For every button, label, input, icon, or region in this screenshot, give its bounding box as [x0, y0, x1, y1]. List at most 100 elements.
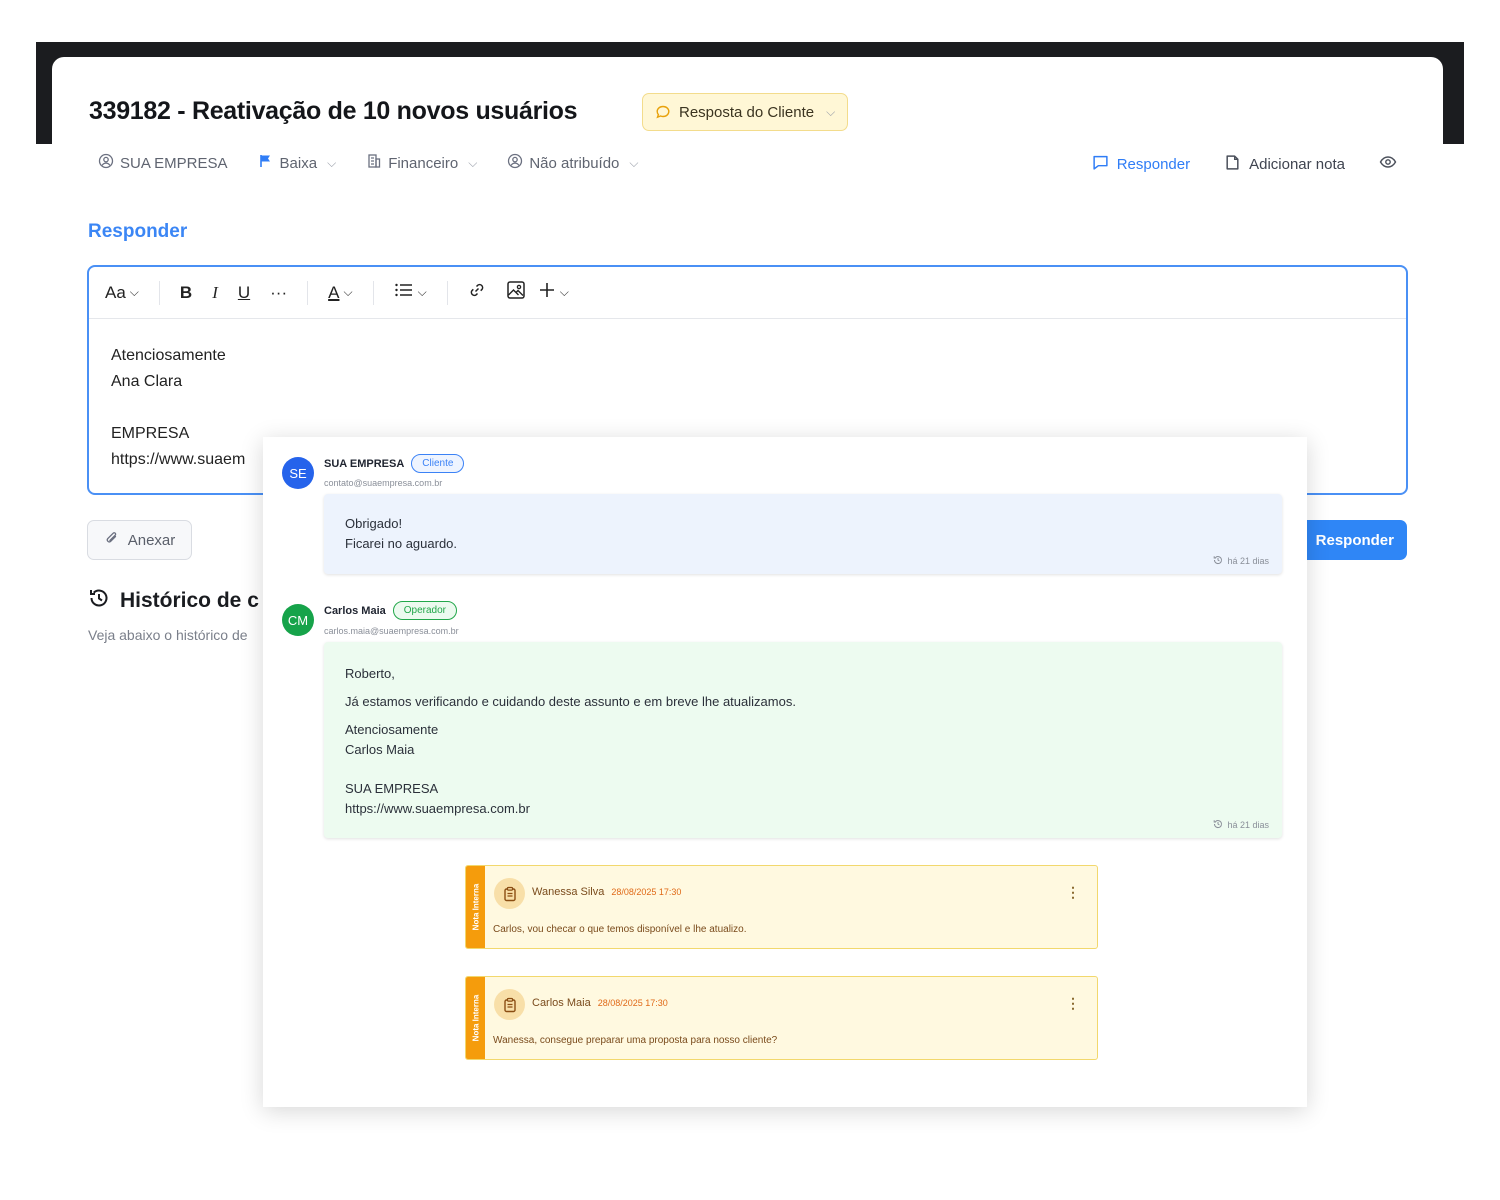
link-icon: [468, 281, 486, 304]
sender-name: Carlos Maia: [324, 604, 386, 617]
message-icon: [1092, 154, 1109, 175]
kebab-menu-icon[interactable]: ⋮: [1066, 884, 1080, 901]
chevron-down-icon: ⌵: [826, 104, 836, 119]
company-field[interactable]: SUA EMPRESA: [98, 153, 228, 173]
toolbar-divider: [446, 280, 448, 305]
status-dropdown[interactable]: Resposta do Cliente ⌵: [642, 93, 849, 131]
add-note-action[interactable]: Adicionar nota: [1224, 154, 1345, 175]
list-button[interactable]: ⌵: [394, 282, 427, 303]
chevron-down-icon: ⌵: [327, 155, 337, 170]
sender-email: carlos.maia@suaempresa.com.br: [324, 626, 459, 636]
more-formatting-button[interactable]: ···: [270, 283, 287, 303]
department-dropdown[interactable]: Financeiro ⌵: [366, 153, 477, 173]
history-title: Histórico de c: [120, 589, 259, 612]
conversation-panel: SE SUA EMPRESA Cliente contato@suaempres…: [263, 437, 1307, 1107]
message-signature: Atenciosamente: [345, 722, 439, 737]
text-color-label: A: [328, 282, 340, 302]
note-header: Wanessa Silva 28/08/2025 17:30: [532, 886, 681, 898]
clipboard-icon: [494, 878, 525, 909]
note-tab-label: Nota Interna: [471, 883, 480, 931]
user-circle-icon: [507, 153, 523, 173]
note-tab: Nota Interna: [466, 977, 485, 1059]
company-label: SUA EMPRESA: [120, 154, 228, 172]
list-icon: [394, 282, 414, 303]
paperclip-icon: [104, 530, 120, 550]
editor-line: Ana Clara: [111, 373, 183, 390]
reply-action-label: Responder: [1116, 155, 1191, 173]
ticket-meta: SUA EMPRESA Baixa ⌵ Financeiro ⌵ Não atr…: [98, 153, 639, 173]
clipboard-icon: [494, 989, 525, 1020]
message-greeting: Roberto,: [345, 666, 395, 681]
flag-icon: [258, 153, 274, 173]
message-time: há 21 dias: [1213, 819, 1269, 831]
message-sender: SUA EMPRESA Cliente: [324, 454, 465, 473]
header-actions: Responder Adicionar nota: [1092, 153, 1397, 175]
time-label: há 21 dias: [1227, 556, 1269, 566]
message-signature: https://www.suaempresa.com.br: [345, 801, 530, 816]
kebab-menu-icon[interactable]: ⋮: [1066, 995, 1080, 1012]
editor-toolbar: Aa ⌵ B I U ··· A ⌵ ⌵ ⌵: [89, 267, 1406, 319]
history-heading: Histórico de c: [88, 587, 259, 615]
message-line: Ficarei no aguardo.: [345, 536, 458, 551]
message-bubble: Roberto, Já estamos verificando e cuidan…: [324, 642, 1282, 838]
chevron-down-icon: ⌵: [129, 285, 139, 299]
toolbar-divider: [307, 280, 309, 305]
assignee-dropdown[interactable]: Não atribuído ⌵: [507, 153, 639, 173]
avatar-initials: SE: [289, 465, 307, 481]
chevron-down-icon: ⌵: [468, 155, 478, 170]
editor-line: Atenciosamente: [111, 347, 226, 364]
chevron-down-icon: ⌵: [559, 285, 569, 299]
bold-button[interactable]: B: [180, 283, 192, 303]
attach-label: Anexar: [127, 531, 176, 549]
priority-label: Baixa: [279, 154, 318, 172]
image-button[interactable]: [506, 280, 526, 305]
message-signature: SUA EMPRESA: [345, 781, 439, 796]
toolbar-divider: [372, 280, 374, 305]
submit-reply-button[interactable]: Responder: [1292, 520, 1407, 560]
link-button[interactable]: [468, 281, 486, 304]
note-header: Carlos Maia 28/08/2025 17:30: [532, 997, 668, 1009]
internal-note: Nota Interna Wanessa Silva 28/08/2025 17…: [465, 865, 1098, 949]
text-color-button[interactable]: A ⌵: [328, 283, 352, 303]
editor-blank-line: [111, 395, 1384, 421]
italic-button[interactable]: I: [212, 283, 218, 303]
eye-icon: [1379, 153, 1397, 175]
toolbar-divider: [158, 280, 160, 305]
department-label: Financeiro: [388, 154, 459, 172]
underline-button[interactable]: U: [238, 283, 250, 303]
plus-icon: [538, 281, 556, 304]
note-tab-label: Nota Interna: [471, 994, 480, 1042]
add-note-label: Adicionar nota: [1249, 155, 1345, 173]
reply-action[interactable]: Responder: [1092, 154, 1190, 175]
history-icon: [88, 587, 110, 615]
status-label: Resposta do Cliente: [679, 103, 815, 121]
role-badge: Operador: [392, 601, 457, 620]
history-icon: [1213, 819, 1223, 831]
message-sender: Carlos Maia Operador: [324, 601, 457, 620]
user-circle-icon: [98, 153, 114, 173]
history-icon: [1213, 555, 1223, 567]
font-size-label: Aa: [105, 282, 126, 302]
history-subtitle: Veja abaixo o histórico de: [88, 627, 248, 643]
note-text: Wanessa, consegue preparar uma proposta …: [493, 1035, 778, 1046]
message-signature: Carlos Maia: [345, 742, 415, 757]
priority-dropdown[interactable]: Baixa ⌵: [258, 153, 337, 173]
attach-button[interactable]: Anexar: [87, 520, 192, 560]
avatar: CM: [282, 604, 314, 636]
message-line: Obrigado!: [345, 516, 403, 531]
note-author: Wanessa Silva: [532, 886, 605, 898]
time-label: há 21 dias: [1227, 820, 1269, 830]
chevron-down-icon: ⌵: [417, 285, 427, 299]
watch-toggle[interactable]: [1379, 153, 1397, 175]
role-badge: Cliente: [411, 454, 465, 473]
message-bubble: Obrigado! Ficarei no aguardo. há 21 dias: [324, 494, 1282, 574]
reply-section-title: Responder: [88, 221, 188, 242]
internal-note: Nota Interna Carlos Maia 28/08/2025 17:3…: [465, 976, 1098, 1060]
note-author: Carlos Maia: [532, 997, 591, 1009]
image-icon: [506, 280, 526, 305]
font-size-button[interactable]: Aa ⌵: [105, 283, 139, 303]
insert-button[interactable]: ⌵: [538, 281, 569, 304]
chevron-down-icon: ⌵: [629, 155, 639, 170]
ticket-title: 339182 - Reativação de 10 novos usuários: [89, 97, 578, 125]
message-time: há 21 dias: [1213, 555, 1269, 567]
